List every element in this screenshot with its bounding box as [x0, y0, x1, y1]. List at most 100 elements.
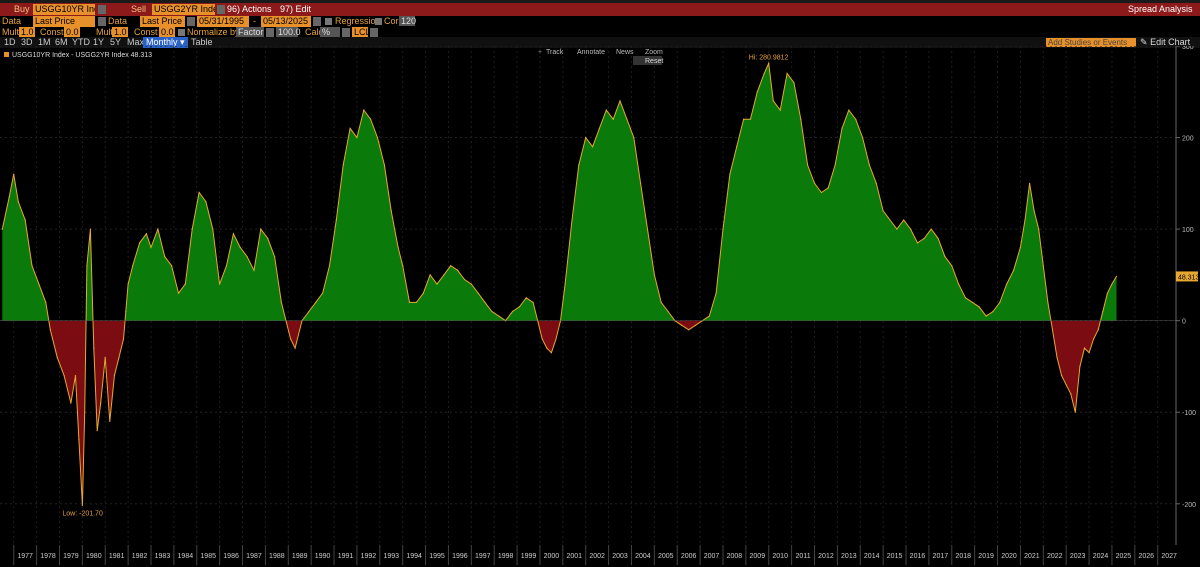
x-tick-label: 2013: [841, 553, 857, 560]
x-tick-label: 1999: [521, 553, 537, 560]
data-field-sell[interactable]: Last Price: [140, 16, 185, 27]
factor-field[interactable]: 100.0: [276, 27, 301, 37]
x-tick-label: 2019: [978, 553, 994, 560]
y-axis: 300 200 100 0 -100 -200: [1175, 46, 1196, 545]
reset-label: Reset: [645, 58, 663, 65]
x-tick-label: 2022: [1047, 553, 1063, 560]
x-tick-label: 1990: [315, 553, 331, 560]
x-tick-label: 2001: [566, 553, 582, 560]
x-tick-label: 2008: [727, 553, 743, 560]
end-date-field[interactable]: 05/13/2025: [261, 16, 311, 27]
regression-label: Regression: [335, 16, 381, 26]
sell-ticker-field[interactable]: USGG2YR Inde: [152, 4, 215, 15]
x-tick-label: 1992: [361, 553, 377, 560]
x-tick-label: 2004: [635, 553, 651, 560]
data-settings-row: Data Last Price Data Last Price 05/31/19…: [0, 16, 1200, 27]
data-field-buy[interactable]: Last Price: [33, 16, 95, 27]
normalize-dropdown-icon[interactable]: [266, 28, 274, 37]
x-tick-label: 1980: [86, 553, 102, 560]
x-tick-label: 2024: [1093, 553, 1109, 560]
x-tick-label: 1987: [246, 553, 262, 560]
y-tick-label: -100: [1182, 410, 1196, 417]
track-icon: +: [538, 49, 542, 56]
normalize-label: Normalize by: [187, 27, 240, 37]
x-tick-label: 1997: [475, 553, 491, 560]
x-tick-label: 1979: [63, 553, 79, 560]
sell-dropdown-icon[interactable]: [217, 5, 225, 14]
buy-ticker-field[interactable]: USGG10YR Ind: [33, 4, 95, 15]
x-tick-label: 1998: [498, 553, 514, 560]
legend-swatch: [4, 52, 9, 57]
corr-checkbox[interactable]: [375, 18, 382, 25]
x-tick-label: 2002: [589, 553, 605, 560]
x-tick-label: 2005: [658, 553, 674, 560]
sell-label: Sell: [131, 4, 147, 14]
x-tick-label: 2023: [1070, 553, 1086, 560]
x-tick-label: 2012: [818, 553, 834, 560]
data-buy-dropdown-icon[interactable]: [98, 17, 106, 26]
x-tick-label: 2026: [1138, 553, 1154, 560]
x-tick-label: 2003: [612, 553, 628, 560]
x-tick-label: 1982: [132, 553, 148, 560]
calc-field[interactable]: %: [320, 27, 340, 37]
positive-spread-area: [2, 63, 1117, 321]
track-tool[interactable]: Track: [546, 49, 564, 56]
x-tick-label: 2021: [1024, 553, 1040, 560]
x-tick-label: 2010: [772, 553, 788, 560]
page-title: Spread Analysis: [1128, 4, 1193, 14]
x-tick-label: 2014: [864, 553, 880, 560]
zoom-tool[interactable]: Zoom: [645, 49, 663, 56]
x-tick-label: 2025: [1116, 553, 1132, 560]
x-axis-svg: 1977 1978 1979 1980 1981 1982 1983 1984 1985 1986…: [13, 545, 1177, 565]
data-label-buy: Data: [2, 16, 22, 26]
x-tick-label: 1996: [452, 553, 468, 560]
x-tick-label: 2020: [1001, 553, 1017, 560]
x-tick-label: 1978: [40, 553, 56, 560]
x-tick-label: 1981: [109, 553, 125, 560]
mult-label-sell: Mult: [96, 27, 114, 37]
x-tick-label: 2015: [887, 553, 903, 560]
x-tick-label: 2018: [955, 553, 971, 560]
y-tick-label: 300: [1182, 46, 1194, 51]
x-tick-label: 2016: [910, 553, 926, 560]
y-tick-label: 100: [1182, 227, 1194, 234]
corr-field[interactable]: 120: [399, 16, 416, 26]
x-tick-label: 2006: [681, 553, 697, 560]
regression-checkbox[interactable]: [325, 18, 332, 25]
edit-menu[interactable]: 97) Edit: [280, 4, 311, 14]
normalize-field[interactable]: Factor: [236, 27, 264, 37]
x-tick-label: 1993: [383, 553, 399, 560]
buy-label: Buy: [14, 4, 30, 14]
x-tick-label: 2011: [796, 553, 811, 560]
x-tick-label: 1991: [338, 553, 354, 560]
buy-dropdown-icon[interactable]: [98, 5, 106, 14]
start-date-field[interactable]: 05/31/1995: [197, 16, 249, 27]
y-tick-label: 0: [1182, 319, 1186, 326]
lcl-dropdown-icon[interactable]: [370, 28, 378, 37]
x-tick-label: 2007: [704, 553, 720, 560]
header-bar: Buy USGG10YR Ind Sell USGG2YR Inde 96) A…: [0, 3, 1200, 16]
const-label-buy: Const: [40, 27, 64, 37]
spread-chart: 300 200 100 0 -100 -200 USGG10YR Index - USGG…: [0, 46, 1200, 545]
x-tick-label: 1995: [429, 553, 445, 560]
const-label-sell: Const: [134, 27, 158, 37]
data-sell-dropdown-icon[interactable]: [187, 17, 195, 26]
x-tick-label: 2000: [544, 553, 560, 560]
calc-dropdown-icon[interactable]: [342, 28, 350, 37]
data-label-sell: Data: [108, 16, 128, 26]
x-tick-label: 1986: [223, 553, 239, 560]
calendar-icon[interactable]: [313, 17, 321, 26]
low-label: Low: -201.70: [62, 510, 103, 517]
x-tick-label: 1983: [155, 553, 171, 560]
x-tick-label: 1984: [178, 553, 194, 560]
annotate-tool[interactable]: Annotate: [577, 49, 605, 56]
y-tick-label: -200: [1182, 502, 1196, 509]
x-tick-label: 1985: [200, 553, 216, 560]
news-tool[interactable]: News: [616, 49, 634, 56]
normalize-checkbox[interactable]: [178, 29, 185, 36]
x-tick-label: 1977: [17, 553, 33, 560]
actions-menu[interactable]: 96) Actions: [227, 4, 272, 14]
mult-label-buy: Mult: [2, 27, 20, 37]
x-axis: 1977 1978 1979 1980 1981 1982 1983 1984 1985 1986…: [0, 545, 1200, 565]
x-tick-label: 2017: [933, 553, 949, 560]
